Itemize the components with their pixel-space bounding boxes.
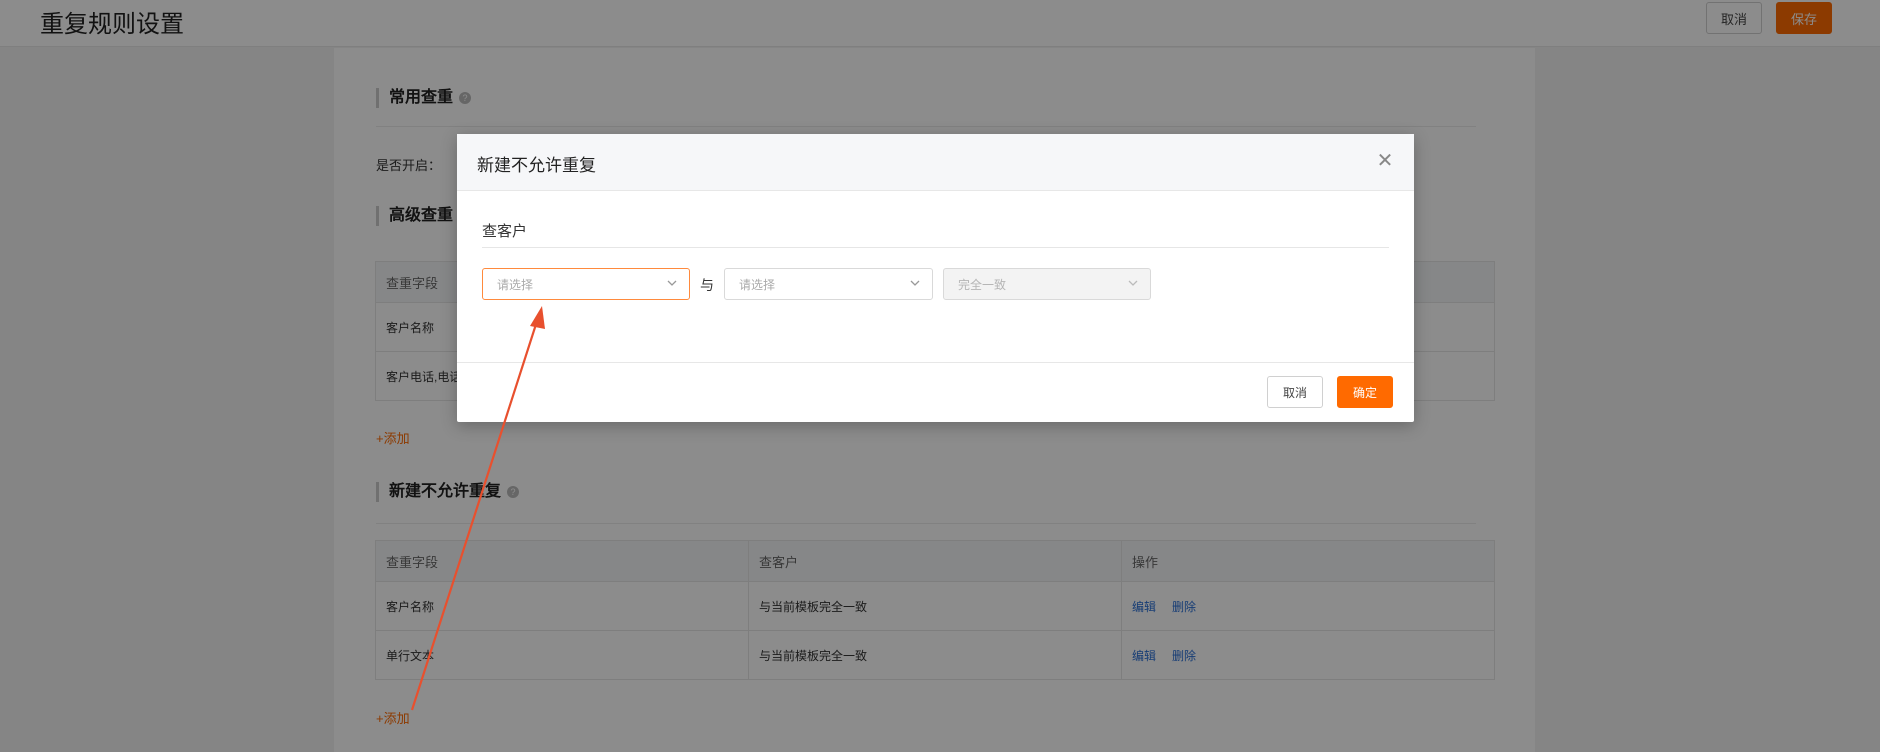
chevron-down-icon [1128,280,1138,286]
modal-section-label: 查客户 [482,223,528,240]
modal-cancel-button[interactable]: 取消 [1267,376,1323,408]
field-select-1[interactable]: 请选择 [482,268,690,300]
modal-confirm-button[interactable]: 确定 [1337,376,1393,408]
chevron-down-icon [910,280,920,286]
modal-header: 新建不允许重复 ✕ [457,134,1414,191]
nodup-modal: 新建不允许重复 ✕ 查客户 请选择 与 请选择 完全一致 取消 确定 [457,134,1414,422]
close-icon[interactable]: ✕ [1374,150,1396,172]
match-mode-select: 完全一致 [943,268,1151,300]
select-placeholder: 请选择 [497,277,534,292]
select-value: 完全一致 [958,277,1007,292]
field-select-2[interactable]: 请选择 [724,268,933,300]
modal-footer-divider [457,362,1414,363]
chevron-down-icon [667,280,677,286]
modal-title: 新建不允许重复 [477,156,596,175]
connector-label: 与 [700,277,714,293]
modal-section-divider [482,247,1389,248]
select-placeholder: 请选择 [739,277,776,292]
